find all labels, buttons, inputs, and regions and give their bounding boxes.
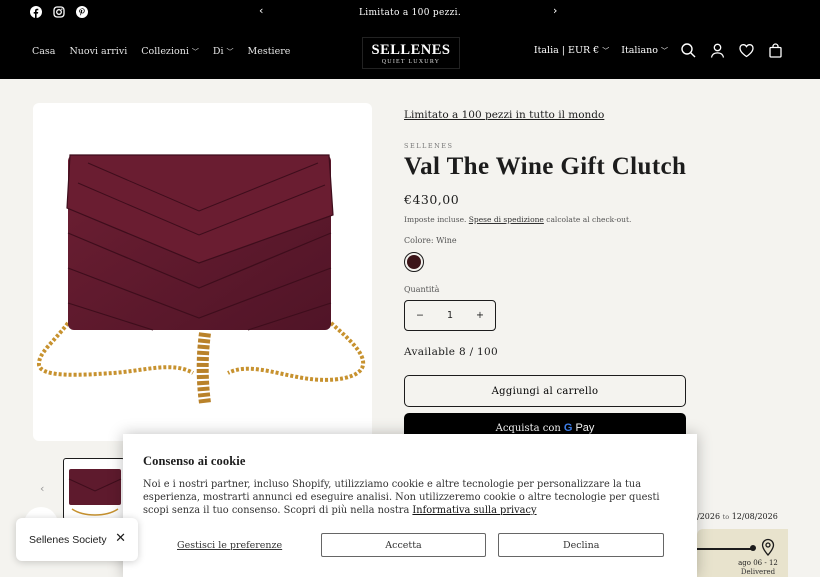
thumbnail-item[interactable] bbox=[63, 458, 125, 520]
chevron-down-icon: ﹀ bbox=[191, 48, 199, 56]
society-label: Sellenes Society bbox=[29, 533, 107, 546]
nav-item-casa[interactable]: Casa bbox=[32, 46, 55, 57]
product-title: Val The Wine Gift Clutch bbox=[404, 153, 687, 180]
nav-item-mestiere[interactable]: Mestiere bbox=[248, 46, 291, 57]
language-selector[interactable]: Italiano ﹀ bbox=[621, 45, 668, 56]
product-info: Limitato a 100 pezzi in tutto il mondo S… bbox=[404, 108, 704, 443]
timeline-dot bbox=[750, 545, 756, 551]
account-icon[interactable] bbox=[709, 42, 726, 59]
quantity-plus-button[interactable]: + bbox=[476, 310, 484, 321]
chevron-down-icon: ﹀ bbox=[226, 48, 234, 56]
quantity-value[interactable]: 1 bbox=[447, 310, 453, 321]
nav-item-nuovi-arrivi[interactable]: Nuovi arrivi bbox=[69, 46, 127, 57]
search-icon[interactable] bbox=[680, 42, 697, 59]
country-selector[interactable]: Italia | EUR € ﹀ bbox=[534, 45, 609, 56]
location-pin-icon bbox=[761, 538, 775, 556]
nav-item-di[interactable]: Di ﹀ bbox=[213, 46, 234, 57]
nav-item-collezioni[interactable]: Collezioni ﹀ bbox=[141, 46, 199, 57]
pay-word: Pay bbox=[575, 422, 595, 434]
quantity-label: Quantità bbox=[404, 285, 440, 294]
cart-icon[interactable] bbox=[767, 42, 784, 59]
nav-label: Collezioni bbox=[141, 46, 189, 57]
nav-label: Di bbox=[212, 46, 224, 57]
swatch-fill bbox=[407, 255, 421, 269]
delivery-range: /2026 to 12/08/2026 bbox=[697, 512, 778, 521]
announcement-text: Limitato a 100 pezzi. bbox=[358, 7, 462, 18]
delivery-status: Delivered bbox=[740, 568, 776, 576]
accept-button[interactable]: Accetta bbox=[320, 533, 487, 557]
tax-note: Imposte incluse. Spese di spedizione cal… bbox=[404, 215, 704, 224]
clutch-image bbox=[37, 154, 366, 404]
cookie-body: Noi e i nostri partner, incluso Shopify,… bbox=[143, 478, 663, 517]
chevron-down-icon: ﹀ bbox=[602, 47, 610, 55]
logo-wordmark: SELLENES bbox=[371, 42, 451, 58]
manage-preferences-link[interactable]: Gestisci le preferenze bbox=[177, 540, 321, 551]
nav-label: Mestiere bbox=[247, 46, 291, 57]
main-nav: Casa Nuovi arrivi Collezioni ﹀ Di ﹀ Mestie… bbox=[32, 46, 290, 57]
cookie-actions: Gestisci le preferenze Accetta Declina bbox=[143, 533, 664, 557]
site-logo[interactable]: SELLENES QUIET LUXURY bbox=[362, 37, 460, 69]
society-popup[interactable]: Sellenes Society ✕ bbox=[16, 518, 138, 561]
product-vendor: SELLENES bbox=[404, 142, 454, 150]
cookie-text: Noi e i nostri partner, incluso Shopify,… bbox=[143, 479, 660, 516]
tax-prefix: Imposte incluse. bbox=[404, 215, 467, 224]
close-icon[interactable]: ✕ bbox=[115, 531, 126, 546]
wishlist-icon[interactable] bbox=[738, 42, 755, 59]
color-label: Colore: Wine bbox=[404, 236, 457, 245]
google-pay-logo: G Pay bbox=[564, 422, 595, 434]
quantity-minus-button[interactable]: − bbox=[416, 310, 424, 321]
shipping-link[interactable]: Spese di spedizione bbox=[469, 215, 544, 224]
announcement-bar: Limitato a 100 pezzi. ‹ › bbox=[0, 0, 820, 25]
limited-edition-link[interactable]: Limitato a 100 pezzi in tutto il mondo bbox=[404, 109, 704, 121]
google-g-icon: G bbox=[563, 422, 573, 434]
buy-with-label: Acquista con bbox=[495, 422, 561, 434]
tax-suffix: calcolate al check-out. bbox=[546, 215, 632, 224]
availability-count: Available 8 / 100 bbox=[404, 346, 498, 358]
decline-button[interactable]: Declina bbox=[498, 533, 664, 557]
thumbnail-prev-icon[interactable]: ‹ bbox=[40, 482, 44, 495]
color-swatch-wine[interactable] bbox=[404, 252, 424, 272]
timeline-line bbox=[697, 548, 753, 550]
cookie-title: Consenso ai cookie bbox=[143, 454, 246, 468]
language-label: Italiano bbox=[621, 45, 658, 56]
chevron-right-icon[interactable]: › bbox=[553, 4, 557, 17]
nav-label: Casa bbox=[32, 46, 56, 57]
add-to-cart-button[interactable]: Aggiungi al carrello bbox=[404, 375, 686, 407]
quantity-stepper: − 1 + bbox=[404, 300, 496, 331]
delivery-date: ago 06 - 12 bbox=[738, 559, 778, 567]
delivery-range-start: /2026 bbox=[697, 512, 721, 521]
delivery-timeline: ago 06 - 12 Delivered bbox=[697, 529, 788, 577]
delivery-range-end: 12/08/2026 bbox=[731, 512, 778, 521]
header-utilities: Italia | EUR € ﹀ Italiano ﹀ bbox=[534, 42, 784, 59]
privacy-policy-link[interactable]: Informativa sulla privacy bbox=[412, 505, 536, 516]
thumbnail-image bbox=[68, 469, 122, 516]
chevron-left-icon[interactable]: ‹ bbox=[259, 4, 263, 17]
product-price: €430,00 bbox=[404, 192, 460, 207]
delivery-range-to: to bbox=[722, 513, 730, 521]
country-label: Italia | EUR € bbox=[533, 45, 600, 56]
chevron-down-icon: ﹀ bbox=[661, 47, 668, 55]
logo-tagline: QUIET LUXURY bbox=[381, 59, 441, 65]
nav-label: Nuovi arrivi bbox=[69, 46, 128, 57]
cookie-consent-dialog: Consenso ai cookie Noi e i nostri partne… bbox=[123, 434, 697, 577]
site-header: Casa Nuovi arrivi Collezioni ﹀ Di ﹀ Mestie… bbox=[0, 25, 820, 79]
product-main-image[interactable] bbox=[33, 103, 372, 441]
